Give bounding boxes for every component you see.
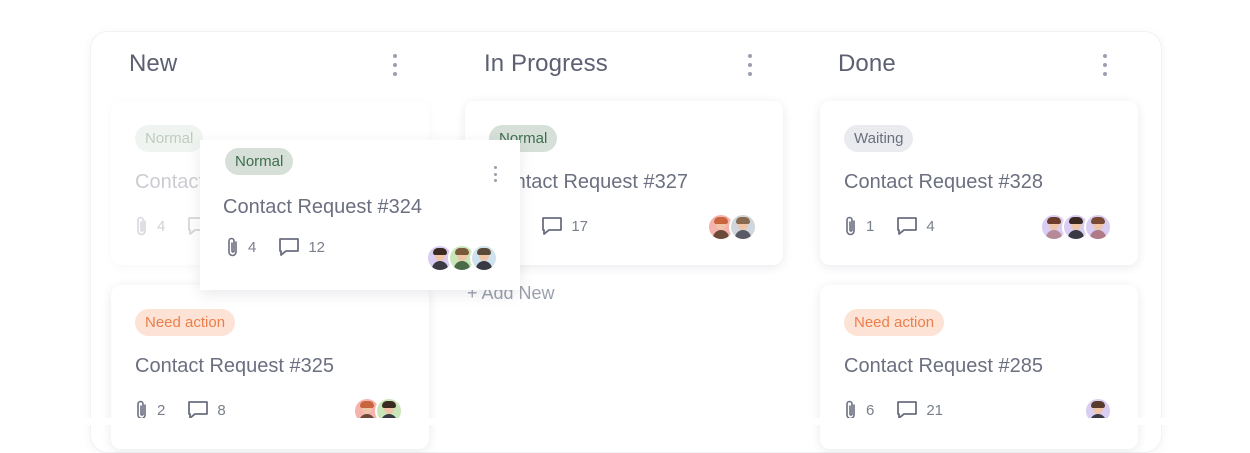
comment-icon [897, 401, 918, 419]
card-title: Contact Request #325 [135, 355, 335, 377]
column-in-progress-menu-icon[interactable] [745, 54, 755, 76]
attachment-count: 6 [866, 401, 875, 419]
comment-count: 8 [217, 401, 226, 419]
attachment-count: 4 [157, 217, 166, 235]
attachment-count: 4 [248, 238, 257, 256]
card-328[interactable]: Waiting Contact Request #328 1 4 [820, 101, 1138, 265]
card-menu-icon[interactable] [490, 166, 500, 182]
comment-count: 17 [571, 217, 589, 235]
tag-waiting: Waiting [844, 125, 914, 152]
paperclip-icon [228, 237, 237, 257]
assignee-avatars [707, 213, 757, 241]
card-title: Contact Request #285 [844, 355, 1044, 377]
tag-normal: Normal [135, 125, 204, 152]
avatar [729, 213, 757, 241]
assignee-avatars [426, 244, 498, 272]
avatar [1084, 213, 1112, 241]
column-title-new: New [129, 50, 178, 77]
card-title: Contact Request #324 [223, 196, 423, 218]
comment-count: 21 [926, 401, 944, 419]
comment-count: 4 [926, 217, 935, 235]
comment-icon [897, 217, 918, 235]
assignee-avatars [1040, 213, 1112, 241]
comment-count: 12 [308, 238, 326, 256]
tag-normal: Normal [225, 148, 294, 175]
tag-need-action: Need action [844, 309, 945, 336]
bottom-edge [0, 418, 1250, 425]
comment-icon [542, 217, 563, 235]
column-title-done: Done [838, 50, 896, 77]
comment-icon [188, 401, 209, 419]
paperclip-icon [846, 216, 855, 236]
attachment-count: 2 [157, 401, 166, 419]
column-title-in-progress: In Progress [484, 50, 608, 77]
avatar [470, 244, 498, 272]
attachment-count: 1 [866, 217, 875, 235]
column-done-menu-icon[interactable] [1100, 54, 1110, 76]
dragging-card-324[interactable]: Normal Contact Request #324 4 12 [200, 140, 520, 290]
paperclip-icon [137, 216, 146, 236]
card-title: Contact Request #328 [844, 171, 1044, 193]
comment-icon [279, 238, 300, 256]
tag-need-action: Need action [135, 309, 236, 336]
column-new-menu-icon[interactable] [390, 54, 400, 76]
